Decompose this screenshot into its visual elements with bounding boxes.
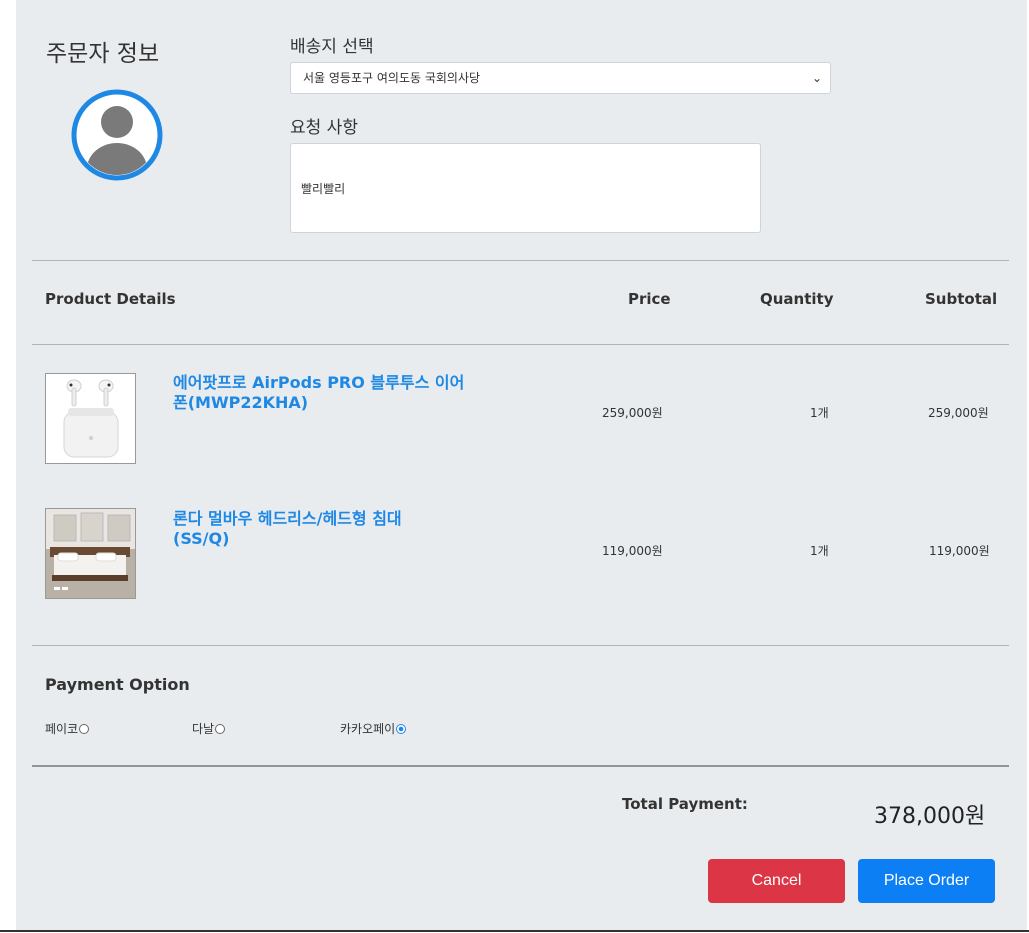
product-subtotal: 119,000원 [929, 544, 990, 558]
product-name-line: 폰(MWP22KHA) [173, 393, 309, 412]
divider [32, 645, 1009, 646]
total-value: 378,000원 [874, 804, 986, 829]
request-label: 요청 사항 [290, 118, 358, 138]
shipping-selected-value: 서울 영등포구 여의도동 국회의사당 [303, 71, 481, 85]
payment-option-label: 카카오페이 [340, 722, 396, 736]
radio-button[interactable] [79, 723, 90, 734]
payment-option-label: 다날 [192, 722, 215, 736]
product-price: 259,000원 [602, 406, 663, 420]
product-price: 119,000원 [602, 544, 663, 558]
airpods-image[interactable] [45, 373, 136, 464]
order-panel: 주문자 정보 배송지 선택 서울 영등포구 여의도동 국회의사당 ⌄ 요청 사항… [16, 0, 1027, 930]
payment-option-kakaopay[interactable]: 카카오페이 [340, 720, 407, 737]
product-name-line: (SS/Q) [173, 529, 230, 548]
product-name-line: 에어팟프로 AirPods PRO 블루투스 이어 [173, 373, 465, 392]
shipping-select[interactable]: 서울 영등포구 여의도동 국회의사당 ⌄ [290, 62, 831, 94]
header-product: Product Details [45, 290, 176, 308]
product-subtotal: 259,000원 [928, 406, 989, 420]
chevron-down-icon: ⌄ [811, 71, 822, 85]
divider [32, 260, 1009, 261]
bed-image[interactable] [45, 508, 136, 599]
avatar-icon [71, 89, 163, 181]
orderer-title: 주문자 정보 [46, 41, 160, 67]
request-value: 빨리빨리 [301, 182, 346, 196]
header-subtotal: Subtotal [925, 290, 998, 308]
product-quantity: 1개 [810, 406, 829, 420]
payment-option-payco[interactable]: 페이코 [45, 720, 90, 737]
product-name-link[interactable]: 에어팟프로 AirPods PRO 블루투스 이어 폰(MWP22KHA) [173, 373, 464, 413]
header-price: Price [628, 290, 671, 308]
payment-title: Payment Option [45, 675, 190, 694]
radio-button-checked[interactable] [396, 723, 407, 734]
payment-option-danal[interactable]: 다날 [192, 720, 226, 737]
product-name-line: 론다 멀바우 헤드리스/헤드형 침대 [173, 509, 402, 528]
cancel-button[interactable]: Cancel [708, 859, 845, 903]
total-label: Total Payment: [622, 795, 748, 813]
divider [32, 344, 1009, 345]
header-quantity: Quantity [760, 290, 834, 308]
payment-option-label: 페이코 [45, 722, 79, 736]
shipping-label: 배송지 선택 [290, 37, 374, 57]
request-textarea[interactable]: 빨리빨리 [290, 143, 761, 233]
place-order-button[interactable]: Place Order [858, 859, 995, 903]
bottom-border [0, 930, 1029, 932]
product-name-link[interactable]: 론다 멀바우 헤드리스/헤드형 침대 (SS/Q) [173, 509, 402, 549]
divider [32, 765, 1009, 767]
product-quantity: 1개 [810, 544, 829, 558]
radio-button[interactable] [215, 723, 226, 734]
